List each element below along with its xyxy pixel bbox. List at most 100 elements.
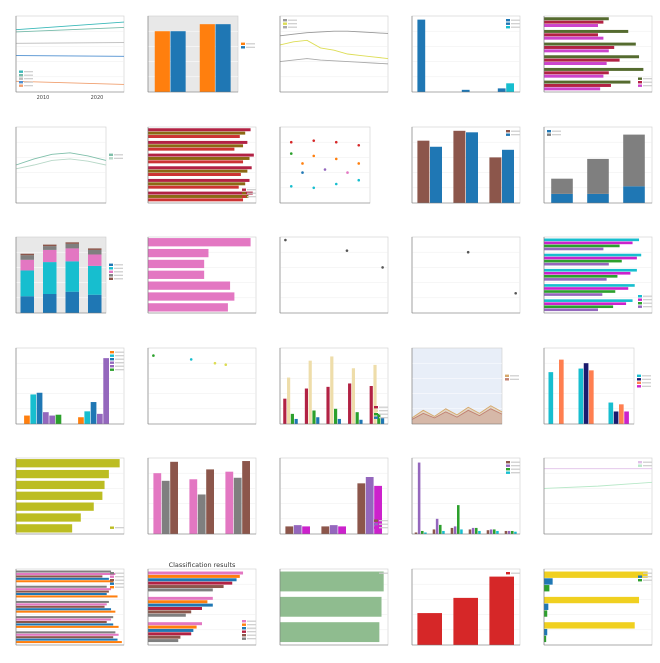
scatter-point — [357, 161, 361, 165]
bar — [16, 610, 116, 613]
legend-entry — [247, 630, 256, 632]
legend-swatch — [110, 354, 114, 357]
chart-grid: 2010 2020 Classification results — [0, 0, 660, 663]
stacked-bar-segment — [65, 242, 79, 244]
legend-swatch — [374, 571, 378, 574]
scatter-point — [301, 161, 304, 165]
legend-swatch — [638, 461, 642, 464]
bar — [16, 630, 116, 633]
bar — [148, 165, 252, 169]
chart-panel-1: 2010 2020 — [4, 6, 128, 106]
legend-swatch — [638, 575, 642, 578]
bar — [544, 42, 636, 46]
legend-entry — [643, 465, 652, 467]
bar — [308, 360, 312, 424]
legend-entry — [511, 23, 520, 25]
bar — [283, 398, 287, 424]
legend-entry — [288, 26, 297, 28]
bar — [544, 20, 604, 24]
bar — [544, 603, 549, 610]
legend-entry — [288, 19, 297, 21]
bar — [170, 461, 178, 534]
bar — [337, 418, 341, 424]
legend-swatch — [638, 578, 642, 581]
bar — [544, 577, 553, 585]
scatter-point — [466, 250, 470, 254]
bar — [544, 247, 604, 251]
stacked-bar-segment — [20, 255, 34, 260]
scatter-point — [289, 151, 293, 155]
legend-entry — [114, 153, 123, 155]
bar — [199, 24, 215, 92]
stacked-bar-segment — [43, 246, 57, 250]
legend-swatch — [506, 133, 510, 136]
scatter-point — [312, 154, 316, 157]
bar — [148, 577, 237, 581]
bar — [544, 29, 629, 33]
bar — [148, 172, 241, 176]
legend-swatch — [506, 461, 510, 464]
bar — [544, 290, 616, 293]
legend-swatch — [109, 277, 113, 280]
bar — [148, 609, 192, 613]
bar — [544, 253, 642, 257]
bar — [496, 530, 499, 534]
legend-entry — [115, 368, 124, 370]
legend-entry — [642, 378, 651, 380]
chart-4 — [411, 15, 521, 93]
chart-panel-30 — [532, 559, 656, 659]
legend-swatch — [506, 464, 510, 467]
legend-entry — [643, 461, 652, 463]
chart-panel-17 — [136, 338, 260, 438]
chart-panel-15 — [532, 227, 656, 327]
legend-entry — [114, 267, 123, 269]
bar — [148, 635, 181, 639]
bar — [304, 388, 309, 424]
bar — [148, 581, 233, 585]
bar — [78, 416, 84, 424]
legend-entry — [247, 627, 256, 629]
bar — [16, 491, 103, 500]
chart-panel-10 — [532, 117, 656, 217]
chart-1: 2010 2020 — [15, 15, 125, 101]
legend-swatch — [638, 305, 642, 308]
legend-entry — [643, 575, 652, 577]
bar — [430, 146, 442, 203]
bar — [148, 574, 240, 578]
bar — [148, 292, 235, 301]
bar — [16, 577, 109, 580]
bar — [30, 393, 37, 424]
stacked-bar-segment — [65, 291, 79, 313]
legend-swatch — [19, 77, 23, 80]
legend-swatch — [506, 19, 510, 22]
legend-entry — [115, 527, 124, 529]
chart-23 — [279, 457, 389, 535]
bar — [365, 477, 374, 534]
bar — [608, 402, 614, 424]
bar — [215, 24, 231, 92]
scatter-point — [381, 266, 384, 269]
bar — [489, 156, 502, 203]
legend-swatch — [110, 578, 114, 581]
bar — [321, 526, 330, 534]
legend-swatch — [110, 350, 114, 353]
legend-swatch — [638, 571, 642, 574]
bar — [154, 31, 170, 92]
bar — [351, 367, 355, 424]
bar — [148, 181, 246, 185]
legend-swatch — [109, 153, 113, 156]
legend-swatch — [242, 619, 246, 622]
bar — [148, 159, 244, 163]
scatter-point — [312, 186, 316, 189]
scatter-point — [224, 362, 228, 366]
chart-panel-2 — [136, 6, 260, 106]
legend-swatch — [110, 571, 114, 574]
legend-entry — [552, 130, 561, 132]
chart-panel-24 — [400, 448, 524, 548]
bar — [357, 483, 366, 534]
scatter-point — [345, 249, 349, 252]
chart-3 — [279, 15, 389, 93]
chart-panel-29 — [400, 559, 524, 659]
chart-29 — [411, 568, 521, 645]
legend-swatch — [505, 374, 509, 377]
